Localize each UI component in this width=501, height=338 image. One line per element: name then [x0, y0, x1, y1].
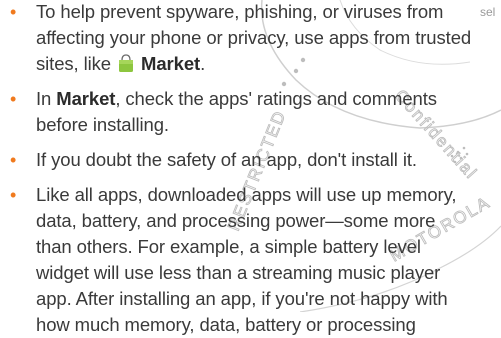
bullet-line: before installing.	[36, 114, 169, 135]
bullet-text: In	[36, 88, 57, 109]
bullet-text: sites, like	[36, 53, 117, 74]
bullet-line: In Market, check the apps' ratings and c…	[36, 86, 497, 112]
bullet-line: sites, like Market.	[36, 51, 497, 77]
bullet-dot: •	[10, 185, 17, 205]
bullet-line: app. After installing an app, if you're …	[36, 288, 448, 309]
bullet-line: Like all apps, downloaded apps will use …	[36, 184, 457, 205]
bullet-line: data, battery, and processing power—some…	[36, 210, 436, 231]
market-link: Market	[141, 53, 201, 74]
market-link: Market	[56, 88, 116, 109]
list-item: • If you doubt the safety of an app, don…	[0, 147, 501, 173]
bullet-line: than others. For example, a simple batte…	[36, 236, 421, 257]
bullet-list: • To help prevent spyware, phishing, or …	[0, 0, 501, 338]
bullet-line: affecting your phone or privacy, use app…	[36, 27, 472, 48]
bullet-line: If you doubt the safety of an app, don't…	[36, 149, 417, 170]
bullet-line: how much memory, data, battery or proces…	[36, 314, 416, 335]
market-bag-icon	[119, 54, 134, 72]
bullet-dot: •	[10, 89, 17, 109]
list-item: • Like all apps, downloaded apps will us…	[0, 182, 501, 338]
bullet-text: .	[200, 53, 206, 74]
bullet-line: widget will use less than a streaming mu…	[36, 262, 441, 283]
bullet-line: To help prevent spyware, phishing, or vi…	[36, 1, 444, 22]
bullet-dot: •	[10, 150, 17, 170]
list-item: • To help prevent spyware, phishing, or …	[0, 0, 501, 77]
bullet-text: , check the apps' ratings and comments	[115, 88, 437, 109]
bullet-dot: •	[10, 2, 17, 22]
list-item: • In Market, check the apps' ratings and…	[0, 86, 501, 138]
